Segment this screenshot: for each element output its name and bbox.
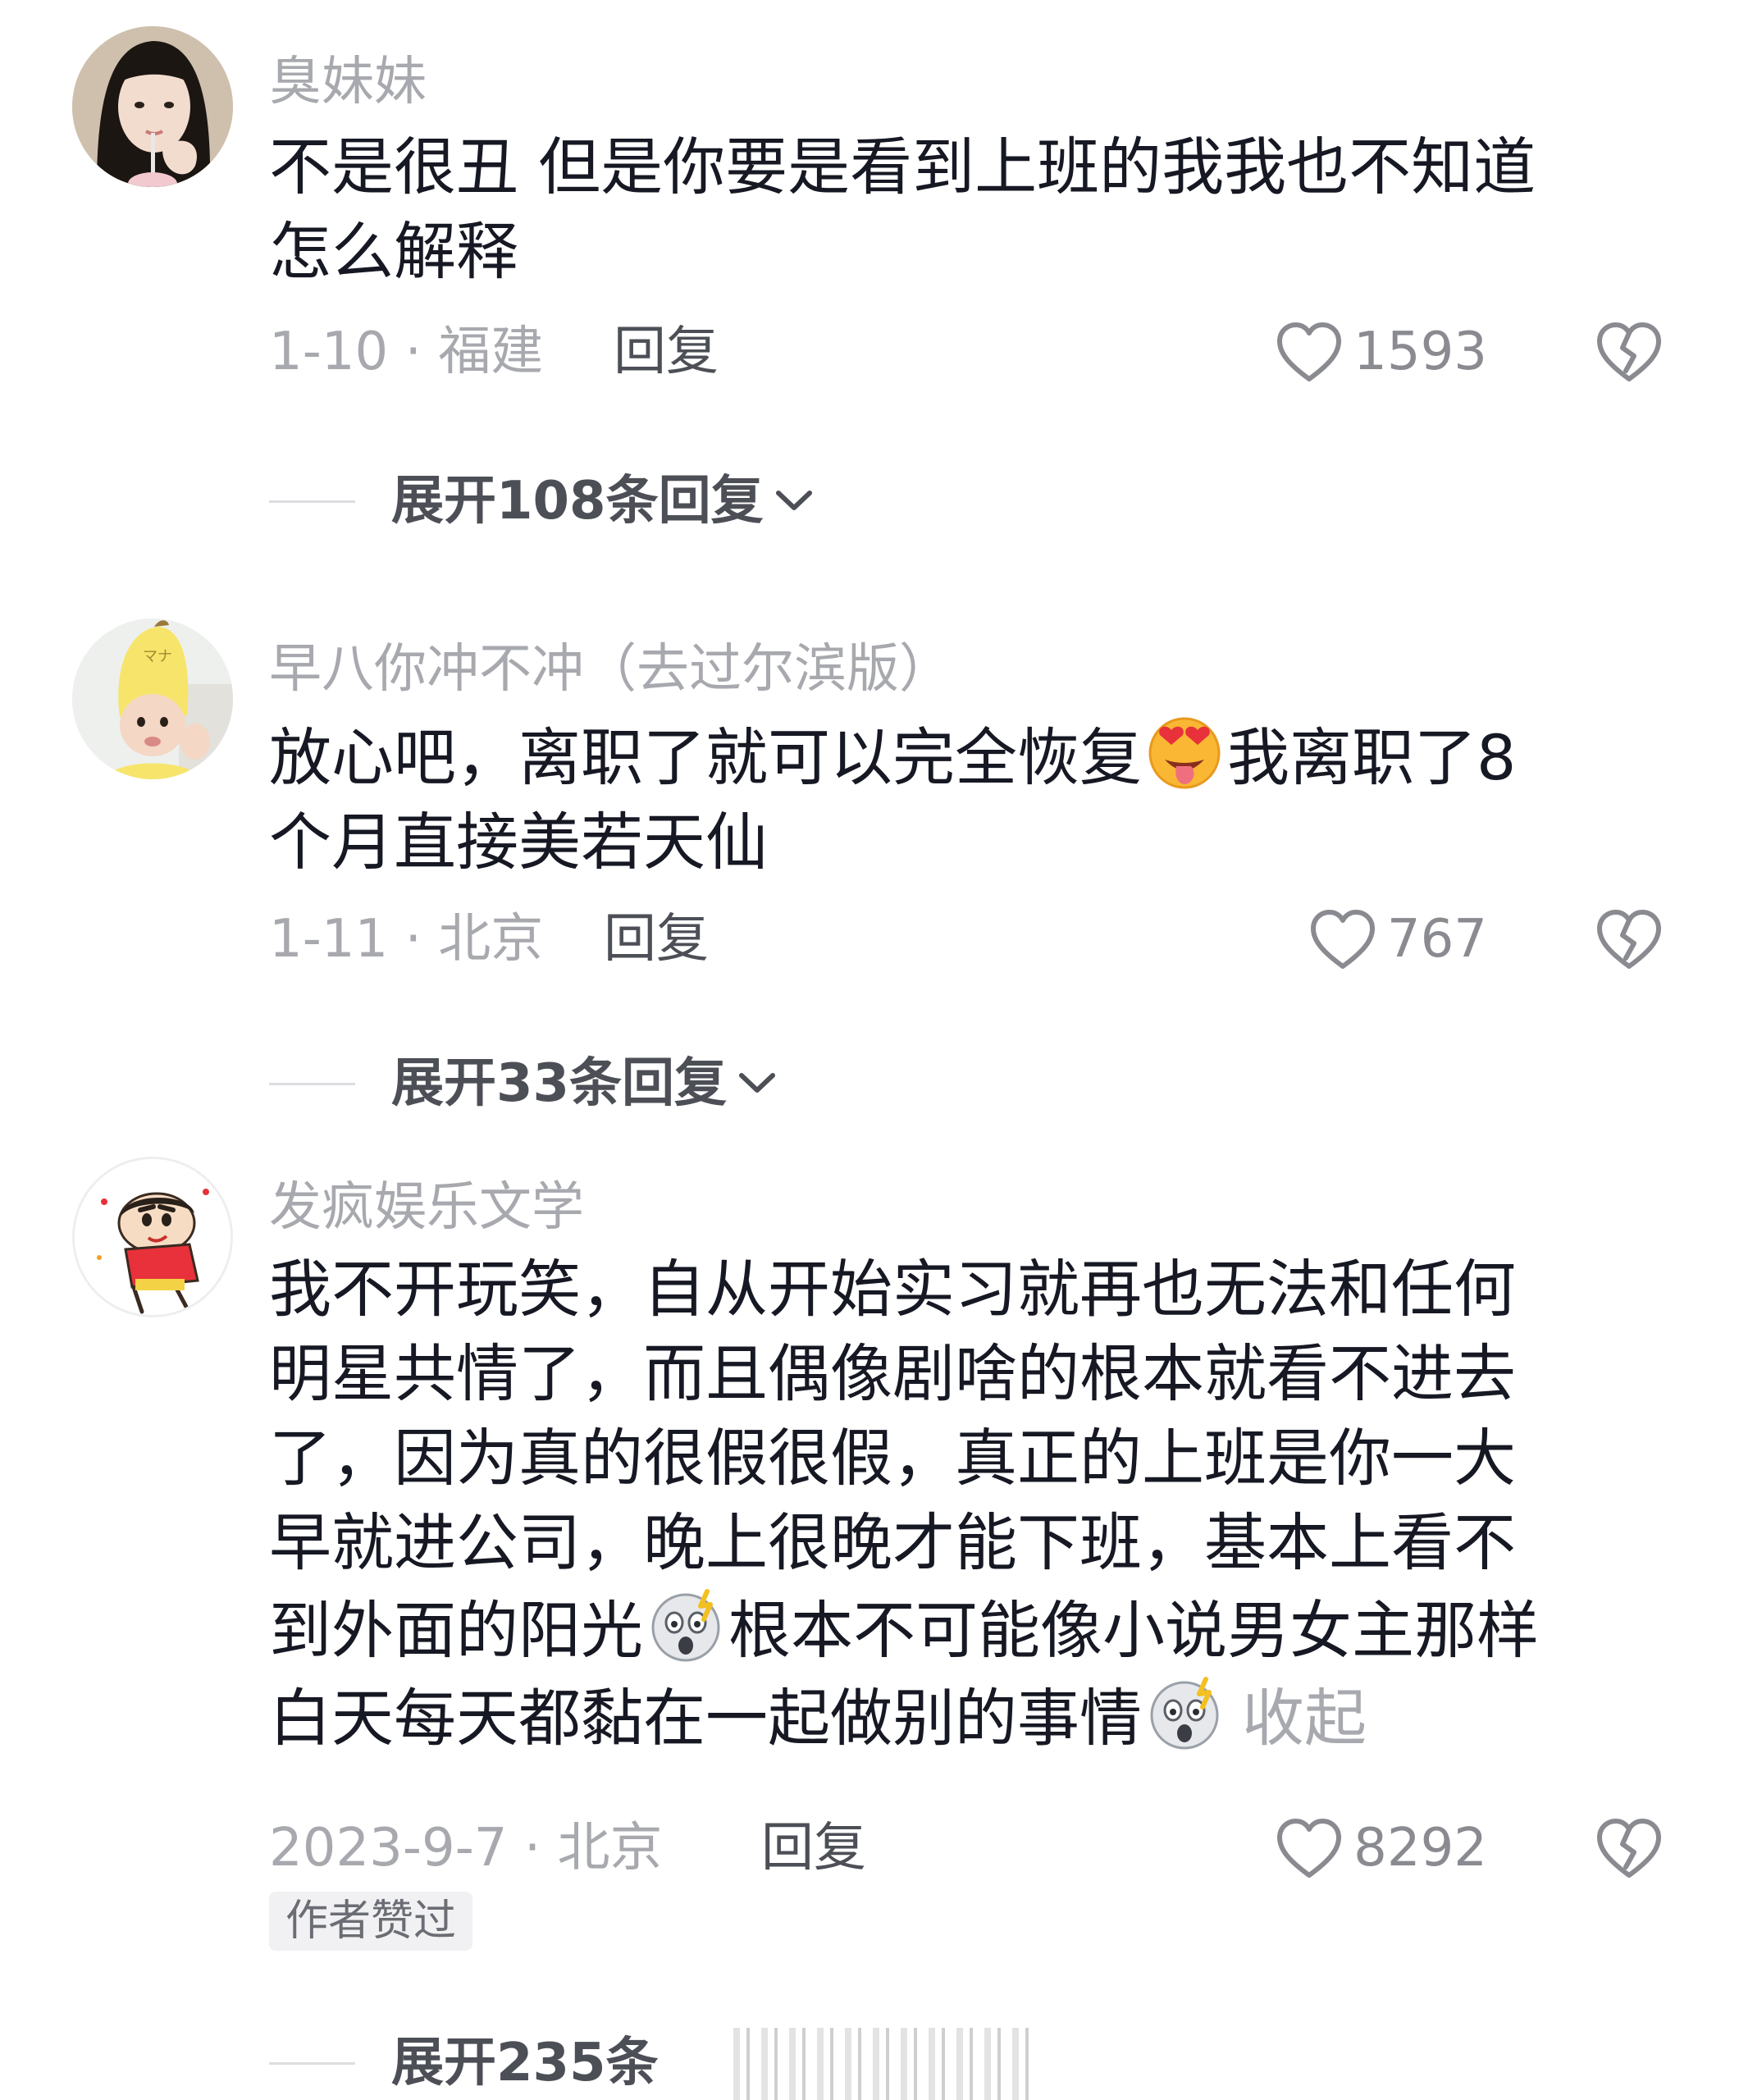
reply-button[interactable]: 回复 — [761, 1811, 866, 1885]
baby-in-banana-hat-avatar: マナ — [72, 619, 233, 779]
dislike-button[interactable] — [1595, 318, 1664, 386]
comment-line-6: 白天每天都黏在一起做别的事情 收起 — [269, 1673, 1664, 1760]
like-count: 767 — [1386, 909, 1487, 970]
comment-text-segment: 我离职了8 — [1227, 721, 1517, 794]
like-button[interactable]: 1593 — [1275, 315, 1487, 389]
shocked-face-emoji — [646, 1585, 725, 1664]
shocked-face-emoji — [1145, 1673, 1224, 1751]
comment-text-segment: 到外面的阳光 — [269, 1594, 643, 1667]
comment-text: 不是很丑 但是你要是看到上班的我我也不知道 怎么解释 — [269, 125, 1664, 294]
collapse-button[interactable]: 收起 — [1242, 1682, 1367, 1755]
broken-heart-icon — [1597, 910, 1661, 969]
username[interactable]: 早八你冲不冲（去过尔滨版） — [269, 637, 952, 702]
comment-meta: 1-10 · 福建 回复 1593 — [269, 315, 1664, 389]
reply-button[interactable]: 回复 — [604, 902, 709, 976]
dislike-button[interactable] — [1595, 906, 1664, 973]
dislike-button[interactable] — [1595, 1815, 1664, 1882]
like-button[interactable]: 8292 — [1275, 1811, 1487, 1885]
expand-replies-button[interactable]: 展开108条回复 — [269, 464, 816, 538]
comment-text-segment: 白天每天都黏在一起做别的事情 — [269, 1682, 1142, 1755]
comment-text: 放心吧，离职了就可以完全恢复 我离职了8 个月直接美若天仙 — [269, 712, 1664, 884]
comment-text-segment: 根本不可能像小说男女主那样 — [728, 1594, 1539, 1667]
avatar[interactable] — [72, 1157, 233, 1317]
comment-meta: 2023-9-7 · 北京 回复 8292 — [269, 1811, 1664, 1885]
avatar[interactable] — [72, 26, 233, 187]
username[interactable]: 发疯娱乐文学 — [269, 1175, 584, 1240]
comment-line: 明星共情了，而且偶像剧啥的根本就看不进去 — [269, 1337, 1516, 1410]
comment-line: 怎么解释 — [269, 215, 518, 288]
divider — [269, 2061, 355, 2065]
heart-outline-icon — [1277, 322, 1342, 381]
date-location: 2023-9-7 · 北京 — [269, 1818, 663, 1879]
comment-line: 我不开玩笑，自从开始实习就再也无法和任何 — [269, 1253, 1516, 1326]
comment-line-5: 到外面的阳光 根本不可能像小说男女主那样 — [269, 1585, 1664, 1673]
expand-replies-button[interactable]: 展开33条回复 — [269, 1047, 779, 1121]
date-location: 1-11 · 北京 — [269, 909, 544, 970]
comment-text: 我不开玩笑，自从开始实习就再也无法和任何 明星共情了，而且偶像剧啥的根本就看不进… — [269, 1247, 1664, 1760]
expand-replies-label: 展开235条 — [391, 2033, 659, 2093]
comment-line-1: 放心吧，离职了就可以完全恢复 我离职了8 — [269, 712, 1664, 800]
chevron-down-icon — [775, 491, 812, 510]
rendering-artifact — [722, 2028, 1034, 2100]
comment-line-2: 个月直接美若天仙 — [269, 806, 768, 879]
username[interactable]: 臭妹妹 — [269, 49, 427, 115]
comment-line: 不是很丑 但是你要是看到上班的我我也不知道 — [269, 130, 1536, 203]
chevron-down-icon — [739, 1073, 776, 1093]
broken-heart-icon — [1597, 322, 1661, 381]
crayon-shin-chan-avatar — [75, 1159, 230, 1315]
like-count: 8292 — [1353, 1818, 1487, 1879]
reply-button[interactable]: 回复 — [614, 315, 719, 389]
heart-outline-icon — [1310, 910, 1375, 969]
date-location: 1-10 · 福建 — [269, 322, 544, 382]
expand-replies-label: 展开33条回复 — [391, 1053, 728, 1114]
avatar[interactable]: マナ — [72, 619, 233, 779]
star-struck-tongue-emoji — [1145, 712, 1224, 791]
expand-replies-button[interactable]: 展开235条 — [269, 2026, 659, 2100]
broken-heart-icon — [1597, 1819, 1661, 1878]
divider — [269, 500, 355, 503]
svg-text:マナ: マナ — [143, 648, 172, 665]
comment-text-segment: 放心吧，离职了就可以完全恢复 — [269, 721, 1142, 794]
like-button[interactable]: 767 — [1308, 902, 1487, 976]
author-liked-badge: 作者赞过 — [269, 1892, 473, 1951]
comment-line: 了，因为真的很假很假，真正的上班是你一大 — [269, 1422, 1516, 1495]
expand-replies-label: 展开108条回复 — [391, 471, 764, 532]
comment-line: 早就进公司，晚上很晚才能下班，基本上看不 — [269, 1506, 1516, 1579]
divider — [269, 1082, 355, 1085]
heart-outline-icon — [1277, 1819, 1342, 1878]
like-count: 1593 — [1353, 322, 1487, 382]
comment-meta: 1-11 · 北京 回复 767 — [269, 902, 1664, 976]
girl-photo-avatar — [72, 26, 233, 187]
